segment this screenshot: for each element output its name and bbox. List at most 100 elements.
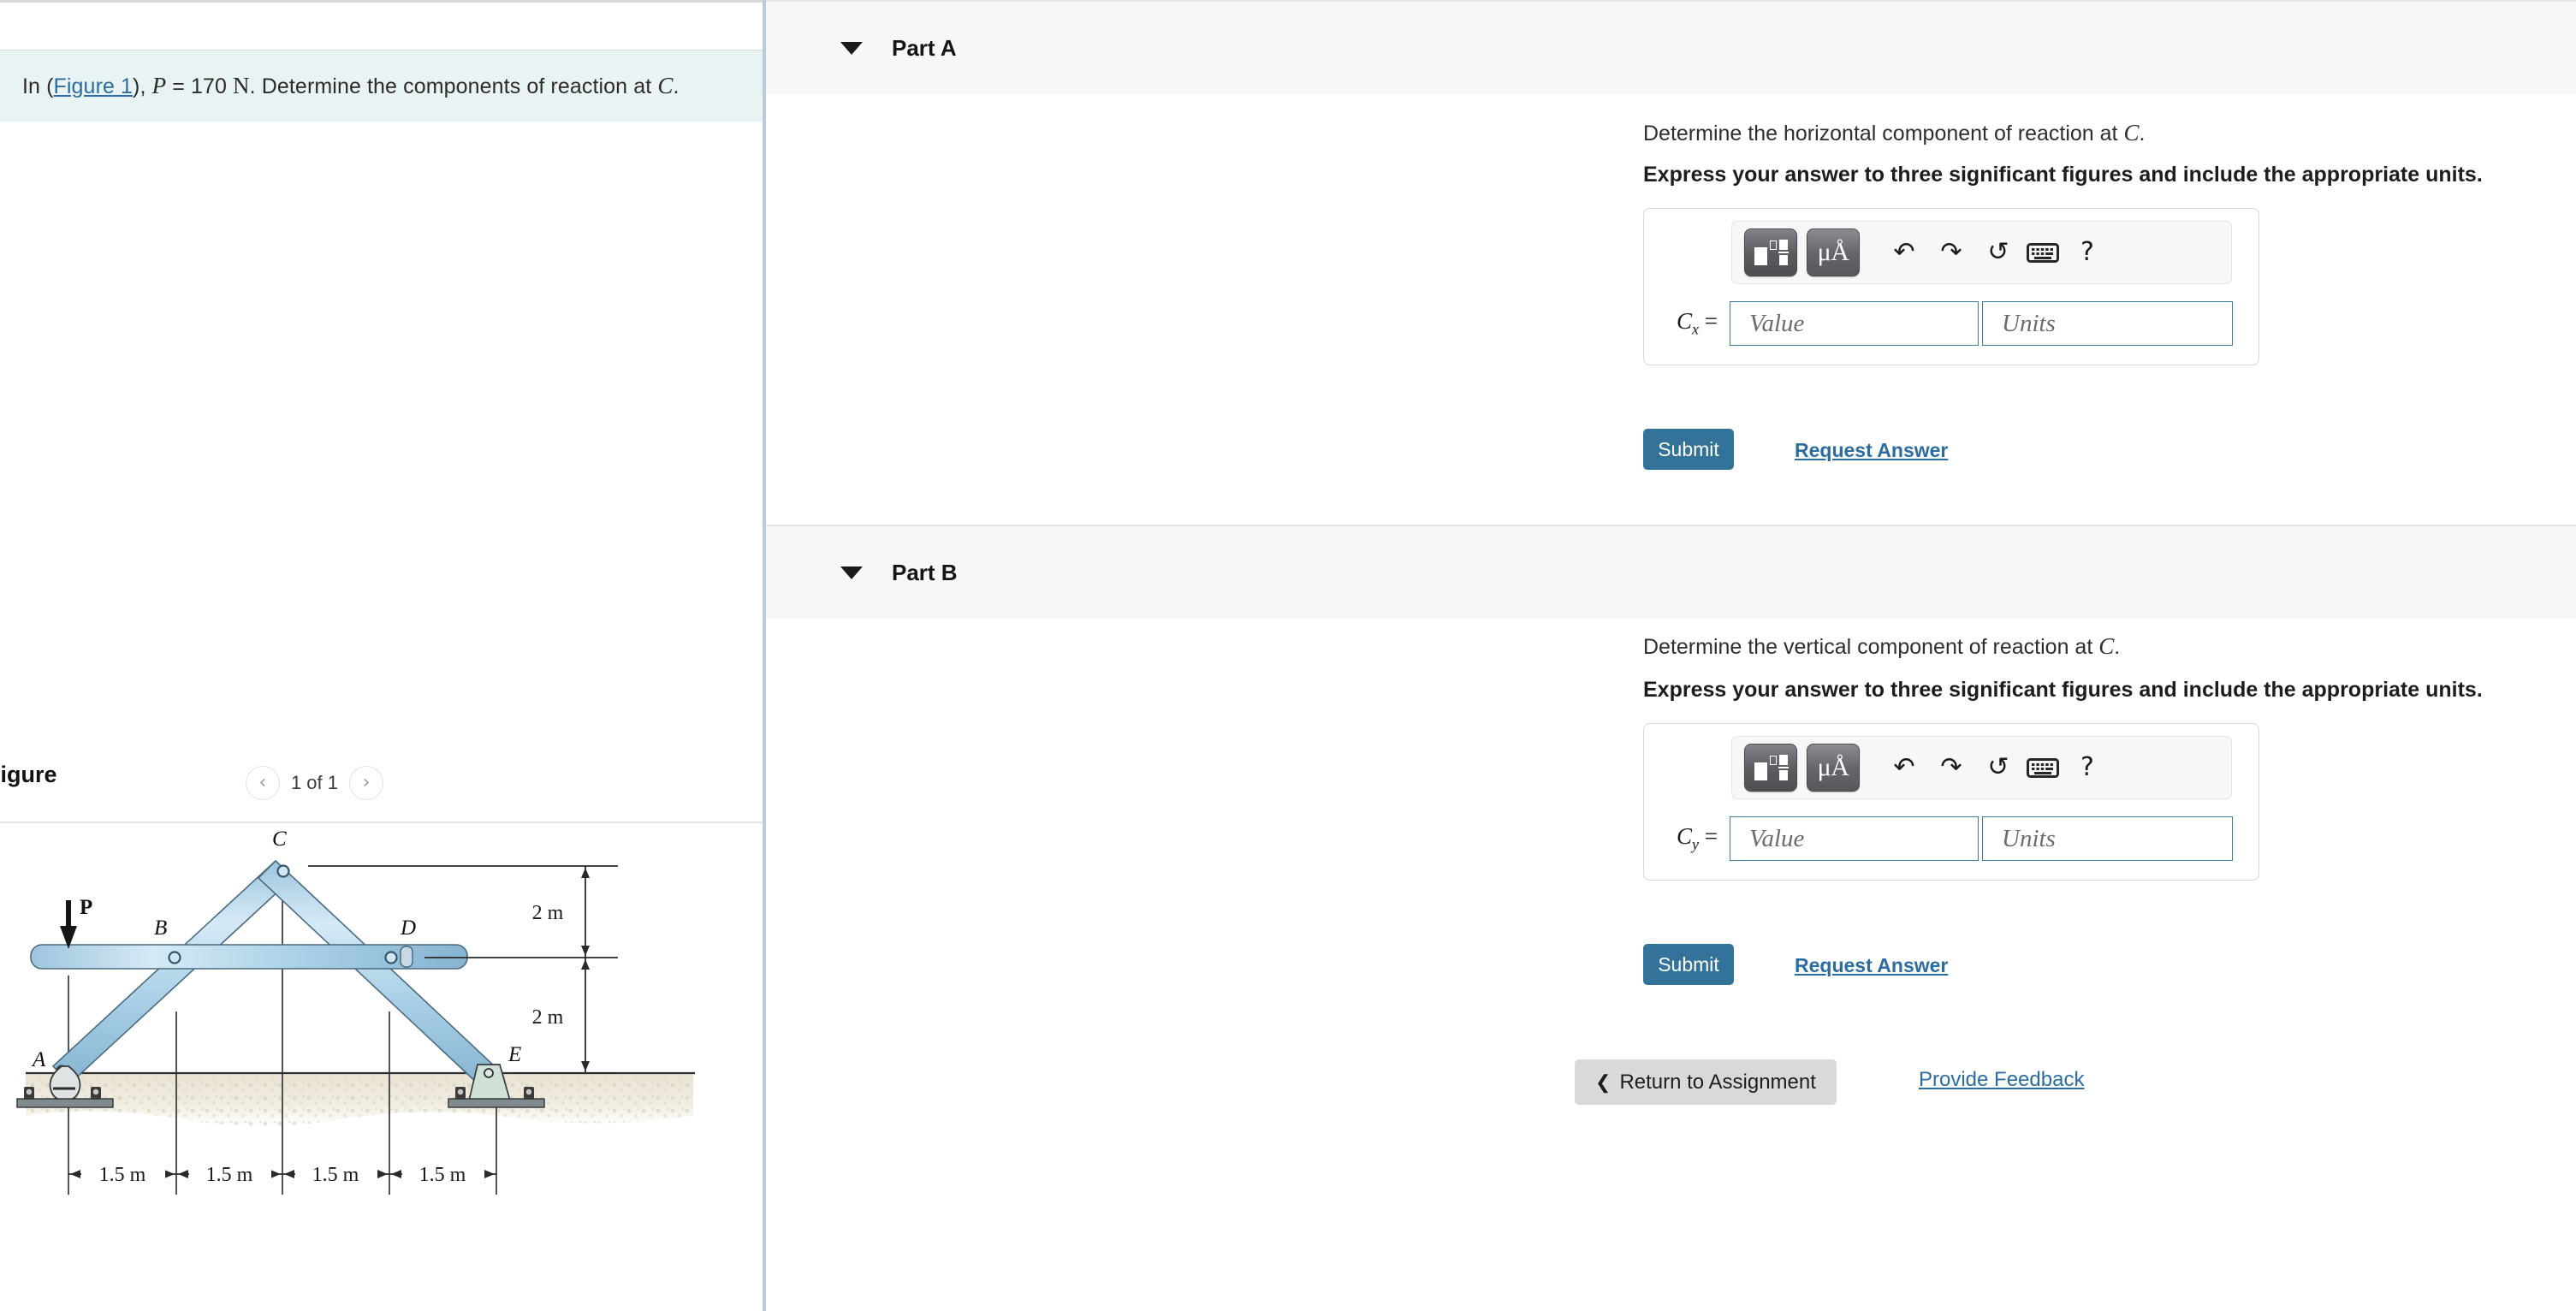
figure-image[interactable]: P C B D A E 2 m 2 m 1.5 m 1.5 m 1.5 m 1.… (0, 825, 764, 1311)
figure-hdim-4: 1.5 m (419, 1164, 466, 1186)
math-template-glyph (1754, 239, 1789, 266)
part-a-units-input[interactable]: Units (1982, 301, 2233, 346)
part-a-equals: = (1704, 308, 1718, 335)
figure-panel-title: Figure (0, 762, 57, 787)
part-b-units-placeholder: Units (2002, 824, 2056, 852)
part-a-submit-button[interactable]: Submit (1643, 429, 1734, 470)
collar-d (400, 946, 413, 968)
part-a-variable-label: Cx = (1658, 308, 1730, 338)
part-b-equals: = (1704, 823, 1718, 850)
part-a-prompt: Determine the horizontal component of re… (1643, 120, 2145, 146)
undo-arrow-icon[interactable]: ↶ (1885, 755, 1923, 780)
math-template-glyph (1754, 754, 1789, 781)
part-b-submit-button[interactable]: Submit (1643, 944, 1734, 985)
undo-arrow-icon[interactable]: ↶ (1885, 240, 1923, 265)
part-a-units-placeholder: Units (2002, 309, 2056, 337)
part-b-prompt-var: C (2098, 633, 2115, 659)
chevron-down-icon[interactable] (840, 41, 863, 55)
figure-1-link[interactable]: Figure 1 (54, 74, 134, 98)
question-period: . (673, 74, 680, 98)
keyboard-icon[interactable] (2027, 242, 2059, 264)
question-text: In (Figure 1), P = 170 N. Determine the … (0, 73, 679, 99)
member-ce (257, 859, 498, 1087)
question-equals: = 170 (166, 74, 234, 98)
reset-circular-arrow-icon[interactable]: ↺ (1979, 755, 2017, 780)
figure-label-e: E (507, 1043, 521, 1066)
provide-feedback-link[interactable]: Provide Feedback (1919, 1068, 2084, 1092)
figure-label-p: P (80, 896, 92, 919)
units-glyph: μÅ (1817, 753, 1849, 781)
part-b-answer-box: μÅ ↶ ↷ ↺ ? Cy = Value Units (1643, 723, 2259, 881)
help-icon[interactable]: ? (2069, 755, 2106, 780)
figure-page-count: 1 of 1 (290, 772, 338, 793)
micro-angstrom-units-icon[interactable]: μÅ (1807, 744, 1860, 792)
page-root: In (Figure 1), P = 170 N. Determine the … (0, 0, 2576, 1311)
micro-angstrom-units-icon[interactable]: μÅ (1807, 228, 1860, 276)
keyboard-glyph (2027, 242, 2059, 263)
part-a-title: Part A (892, 34, 957, 61)
part-b-header[interactable]: Part B (766, 525, 2576, 619)
part-a-value-placeholder: Value (1749, 309, 1805, 337)
math-template-icon[interactable] (1744, 228, 1797, 276)
figure-label-d: D (400, 917, 416, 940)
chevron-left-icon: ‹ (258, 772, 267, 793)
question-prefix: In ( (22, 74, 54, 98)
part-a-answer-box: μÅ ↶ ↷ ↺ ? Cx = Value Units (1643, 208, 2259, 365)
question-unit-n: N (233, 73, 250, 98)
figure-nav: ‹ 1 of 1 › (245, 766, 383, 800)
question-suffix: . Determine the components of reaction a… (249, 74, 658, 98)
right-pane: Part A Determine the horizontal componen… (766, 0, 2576, 1311)
redo-arrow-icon[interactable]: ↷ (1932, 240, 1970, 265)
part-b-prompt: Determine the vertical component of reac… (1643, 633, 2120, 660)
part-b-title: Part B (892, 559, 958, 585)
part-b-prompt-post: . (2114, 635, 2121, 659)
part-b-units-input[interactable]: Units (1982, 816, 2233, 861)
chevron-down-icon[interactable] (840, 566, 863, 579)
part-b-prompt-pre: Determine the vertical component of reac… (1643, 635, 2099, 659)
figure-label-c: C (272, 828, 287, 851)
figure-vdim-2: 2 m (532, 1006, 564, 1029)
figure-hdim-3: 1.5 m (312, 1164, 359, 1186)
reset-circular-arrow-icon[interactable]: ↺ (1979, 240, 2017, 265)
math-template-icon[interactable] (1744, 744, 1797, 792)
return-to-assignment-label: Return to Assignment (1619, 1070, 1816, 1094)
chevron-left-icon: ❮ (1595, 1071, 1611, 1093)
part-a-value-input[interactable]: Value (1730, 301, 1979, 346)
part-a-request-answer-link[interactable]: Request Answer (1795, 439, 1948, 462)
keyboard-glyph (2027, 757, 2059, 778)
part-b-instruction: Express your answer to three significant… (1643, 678, 2483, 702)
left-pane: In (Figure 1), P = 170 N. Determine the … (0, 0, 764, 1311)
question-banner: In (Figure 1), P = 170 N. Determine the … (0, 50, 764, 122)
part-a-var-base: C (1677, 308, 1693, 335)
part-b-toolbar: μÅ ↶ ↷ ↺ ? (1731, 736, 2232, 799)
keyboard-icon[interactable] (2027, 757, 2059, 779)
figure-next-button[interactable]: › (349, 766, 383, 800)
figure-hdim-2: 1.5 m (206, 1164, 253, 1186)
joint-pins (56, 864, 495, 1079)
part-a-prompt-pre: Determine the horizontal component of re… (1643, 122, 2124, 145)
units-glyph: μÅ (1817, 238, 1849, 266)
top-rule (0, 0, 764, 3)
return-to-assignment-button[interactable]: ❮ Return to Assignment (1575, 1059, 1837, 1105)
figure-hdim-1: 1.5 m (99, 1164, 146, 1186)
member-ac (51, 859, 294, 1085)
figure-prev-button[interactable]: ‹ (245, 766, 280, 800)
redo-arrow-icon[interactable]: ↷ (1932, 755, 1970, 780)
truss-diagram-svg: P C B D A E 2 m 2 m 1.5 m 1.5 m 1.5 m 1.… (16, 828, 695, 1195)
part-b-variable-label: Cy = (1658, 823, 1730, 853)
part-a-header[interactable]: Part A (766, 0, 2576, 94)
part-b-request-answer-link[interactable]: Request Answer (1795, 954, 1948, 977)
question-var-p: P (151, 73, 167, 98)
part-a-answer-row: Cx = Value Units (1658, 301, 2245, 346)
part-b-var-base: C (1677, 823, 1693, 850)
part-b-value-input[interactable]: Value (1730, 816, 1979, 861)
ground-texture (26, 1073, 693, 1126)
part-a-prompt-post: . (2139, 122, 2146, 145)
figure-label-a: A (31, 1048, 46, 1071)
help-icon[interactable]: ? (2069, 240, 2106, 265)
figure-divider-rule (0, 822, 764, 823)
part-a-var-sub: x (1692, 320, 1700, 338)
part-a-instruction: Express your answer to three significant… (1643, 163, 2483, 187)
part-b-var-sub: y (1692, 835, 1700, 853)
part-a-prompt-var: C (2123, 120, 2140, 145)
